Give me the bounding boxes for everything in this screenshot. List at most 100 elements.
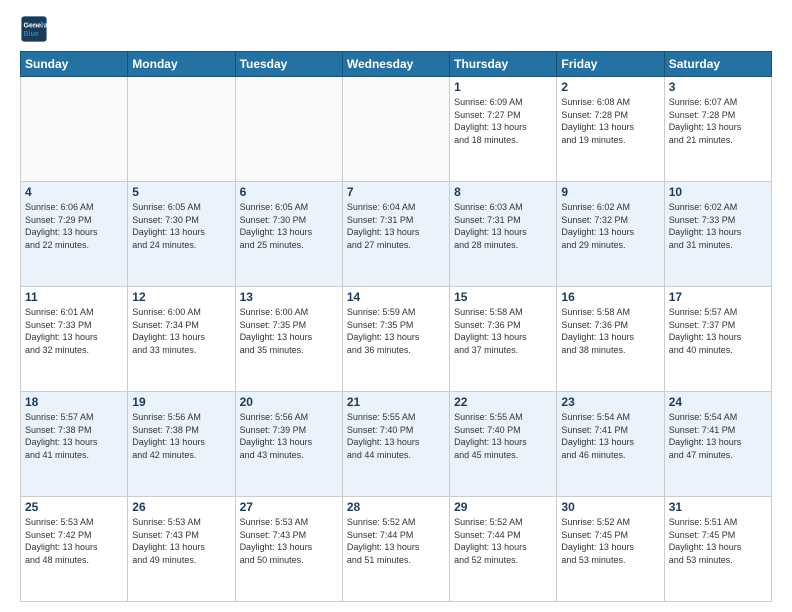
day-number: 18 bbox=[25, 395, 123, 409]
calendar-cell: 17Sunrise: 5:57 AM Sunset: 7:37 PM Dayli… bbox=[664, 287, 771, 392]
day-number: 19 bbox=[132, 395, 230, 409]
calendar-cell: 20 Sunrise: 5:56 AM Sunset: 7:39 PM Dayli… bbox=[235, 392, 342, 497]
weekday-header-saturday: Saturday bbox=[664, 52, 771, 77]
day-number: 23 bbox=[561, 395, 659, 409]
weekday-header-friday: Friday bbox=[557, 52, 664, 77]
calendar-cell bbox=[21, 77, 128, 182]
day-info: Sunrise: 6:06 AM Sunset: 7:29 PM Dayligh… bbox=[25, 201, 123, 251]
weekday-header-sunday: Sunday bbox=[21, 52, 128, 77]
calendar-cell: 31 Sunrise: 5:51 AM Sunset: 7:45 PM Dayli… bbox=[664, 497, 771, 602]
day-info: Sunrise: 5:58 AM Sunset: 7:36 PM Dayligh… bbox=[454, 306, 552, 356]
day-info: Sunrise: 6:07 AM Sunset: 7:28 PM Dayligh… bbox=[669, 96, 767, 146]
day-info: Sunrise: 5:59 AM Sunset: 7:35 PM Dayligh… bbox=[347, 306, 445, 356]
calendar-cell: 24 Sunrise: 5:54 AM Sunset: 7:41 PM Dayli… bbox=[664, 392, 771, 497]
day-info: Sunrise: 5:54 AM Sunset: 7:41 PM Dayligh… bbox=[561, 411, 659, 461]
calendar-cell: 16 Sunrise: 5:58 AM Sunset: 7:36 PM Dayli… bbox=[557, 287, 664, 392]
calendar-cell: 30 Sunrise: 5:52 AM Sunset: 7:45 PM Dayli… bbox=[557, 497, 664, 602]
day-info: Sunrise: 6:01 AM Sunset: 7:33 PM Dayligh… bbox=[25, 306, 123, 356]
day-info: Sunrise: 5:57 AM Sunset: 7:37 PM Dayligh… bbox=[669, 306, 767, 356]
day-number: 20 bbox=[240, 395, 338, 409]
calendar-cell: 11 Sunrise: 6:01 AM Sunset: 7:33 PM Dayli… bbox=[21, 287, 128, 392]
calendar-cell: 13 Sunrise: 6:00 AM Sunset: 7:35 PM Dayli… bbox=[235, 287, 342, 392]
day-number: 11 bbox=[25, 290, 123, 304]
day-number: 30 bbox=[561, 500, 659, 514]
day-info: Sunrise: 6:05 AM Sunset: 7:30 PM Dayligh… bbox=[240, 201, 338, 251]
calendar-table: SundayMondayTuesdayWednesdayThursdayFrid… bbox=[20, 51, 772, 602]
day-number: 8 bbox=[454, 185, 552, 199]
day-number: 2 bbox=[561, 80, 659, 94]
day-number: 22 bbox=[454, 395, 552, 409]
calendar-cell bbox=[342, 77, 449, 182]
calendar-cell: 21Sunrise: 5:55 AM Sunset: 7:40 PM Dayli… bbox=[342, 392, 449, 497]
calendar-cell: 5 Sunrise: 6:05 AM Sunset: 7:30 PM Daylig… bbox=[128, 182, 235, 287]
day-info: Sunrise: 6:04 AM Sunset: 7:31 PM Dayligh… bbox=[347, 201, 445, 251]
day-number: 13 bbox=[240, 290, 338, 304]
calendar-cell: 7 Sunrise: 6:04 AM Sunset: 7:31 PM Daylig… bbox=[342, 182, 449, 287]
weekday-header-thursday: Thursday bbox=[450, 52, 557, 77]
day-info: Sunrise: 6:09 AM Sunset: 7:27 PM Dayligh… bbox=[454, 96, 552, 146]
day-info: Sunrise: 6:02 AM Sunset: 7:32 PM Dayligh… bbox=[561, 201, 659, 251]
logo: General Blue bbox=[20, 15, 52, 43]
day-info: Sunrise: 5:53 AM Sunset: 7:42 PM Dayligh… bbox=[25, 516, 123, 566]
header: General Blue bbox=[20, 15, 772, 43]
day-info: Sunrise: 6:05 AM Sunset: 7:30 PM Dayligh… bbox=[132, 201, 230, 251]
day-number: 28 bbox=[347, 500, 445, 514]
calendar-cell: 14 Sunrise: 5:59 AM Sunset: 7:35 PM Dayli… bbox=[342, 287, 449, 392]
weekday-header-wednesday: Wednesday bbox=[342, 52, 449, 77]
day-number: 5 bbox=[132, 185, 230, 199]
day-number: 3 bbox=[669, 80, 767, 94]
calendar-cell bbox=[128, 77, 235, 182]
day-number: 7 bbox=[347, 185, 445, 199]
calendar-cell bbox=[235, 77, 342, 182]
day-number: 26 bbox=[132, 500, 230, 514]
day-number: 6 bbox=[240, 185, 338, 199]
day-number: 4 bbox=[25, 185, 123, 199]
day-info: Sunrise: 5:54 AM Sunset: 7:41 PM Dayligh… bbox=[669, 411, 767, 461]
day-info: Sunrise: 6:02 AM Sunset: 7:33 PM Dayligh… bbox=[669, 201, 767, 251]
page: General Blue SundayMondayTuesdayWednesda… bbox=[0, 0, 792, 612]
day-info: Sunrise: 5:56 AM Sunset: 7:39 PM Dayligh… bbox=[240, 411, 338, 461]
calendar-cell: 1 Sunrise: 6:09 AM Sunset: 7:27 PM Daylig… bbox=[450, 77, 557, 182]
calendar-cell: 6 Sunrise: 6:05 AM Sunset: 7:30 PM Daylig… bbox=[235, 182, 342, 287]
calendar-cell: 3 Sunrise: 6:07 AM Sunset: 7:28 PM Daylig… bbox=[664, 77, 771, 182]
day-number: 24 bbox=[669, 395, 767, 409]
logo-icon: General Blue bbox=[20, 15, 48, 43]
day-info: Sunrise: 5:57 AM Sunset: 7:38 PM Dayligh… bbox=[25, 411, 123, 461]
day-info: Sunrise: 6:00 AM Sunset: 7:35 PM Dayligh… bbox=[240, 306, 338, 356]
calendar-cell: 19 Sunrise: 5:56 AM Sunset: 7:38 PM Dayli… bbox=[128, 392, 235, 497]
day-number: 1 bbox=[454, 80, 552, 94]
day-number: 15 bbox=[454, 290, 552, 304]
calendar-cell: 23 Sunrise: 5:54 AM Sunset: 7:41 PM Dayli… bbox=[557, 392, 664, 497]
day-info: Sunrise: 5:55 AM Sunset: 7:40 PM Dayligh… bbox=[347, 411, 445, 461]
day-info: Sunrise: 5:52 AM Sunset: 7:44 PM Dayligh… bbox=[454, 516, 552, 566]
calendar-cell: 25 Sunrise: 5:53 AM Sunset: 7:42 PM Dayli… bbox=[21, 497, 128, 602]
day-number: 16 bbox=[561, 290, 659, 304]
svg-text:Blue: Blue bbox=[24, 31, 39, 38]
day-info: Sunrise: 5:52 AM Sunset: 7:44 PM Dayligh… bbox=[347, 516, 445, 566]
calendar-cell: 26Sunrise: 5:53 AM Sunset: 7:43 PM Dayli… bbox=[128, 497, 235, 602]
day-info: Sunrise: 5:51 AM Sunset: 7:45 PM Dayligh… bbox=[669, 516, 767, 566]
day-number: 12 bbox=[132, 290, 230, 304]
day-info: Sunrise: 5:52 AM Sunset: 7:45 PM Dayligh… bbox=[561, 516, 659, 566]
day-info: Sunrise: 5:53 AM Sunset: 7:43 PM Dayligh… bbox=[240, 516, 338, 566]
calendar-cell: 15 Sunrise: 5:58 AM Sunset: 7:36 PM Dayli… bbox=[450, 287, 557, 392]
calendar-cell: 4 Sunrise: 6:06 AM Sunset: 7:29 PM Daylig… bbox=[21, 182, 128, 287]
day-number: 25 bbox=[25, 500, 123, 514]
calendar-cell: 2 Sunrise: 6:08 AM Sunset: 7:28 PM Daylig… bbox=[557, 77, 664, 182]
calendar-cell: 18 Sunrise: 5:57 AM Sunset: 7:38 PM Dayli… bbox=[21, 392, 128, 497]
day-info: Sunrise: 6:03 AM Sunset: 7:31 PM Dayligh… bbox=[454, 201, 552, 251]
calendar-cell: 8 Sunrise: 6:03 AM Sunset: 7:31 PM Daylig… bbox=[450, 182, 557, 287]
day-info: Sunrise: 5:58 AM Sunset: 7:36 PM Dayligh… bbox=[561, 306, 659, 356]
calendar-cell: 9 Sunrise: 6:02 AM Sunset: 7:32 PM Daylig… bbox=[557, 182, 664, 287]
day-info: Sunrise: 6:00 AM Sunset: 7:34 PM Dayligh… bbox=[132, 306, 230, 356]
day-info: Sunrise: 6:08 AM Sunset: 7:28 PM Dayligh… bbox=[561, 96, 659, 146]
day-number: 10 bbox=[669, 185, 767, 199]
calendar-cell: 27 Sunrise: 5:53 AM Sunset: 7:43 PM Dayli… bbox=[235, 497, 342, 602]
day-info: Sunrise: 5:56 AM Sunset: 7:38 PM Dayligh… bbox=[132, 411, 230, 461]
calendar-cell: 28 Sunrise: 5:52 AM Sunset: 7:44 PM Dayli… bbox=[342, 497, 449, 602]
day-number: 31 bbox=[669, 500, 767, 514]
calendar-cell: 22Sunrise: 5:55 AM Sunset: 7:40 PM Dayli… bbox=[450, 392, 557, 497]
day-number: 9 bbox=[561, 185, 659, 199]
day-number: 14 bbox=[347, 290, 445, 304]
day-number: 27 bbox=[240, 500, 338, 514]
